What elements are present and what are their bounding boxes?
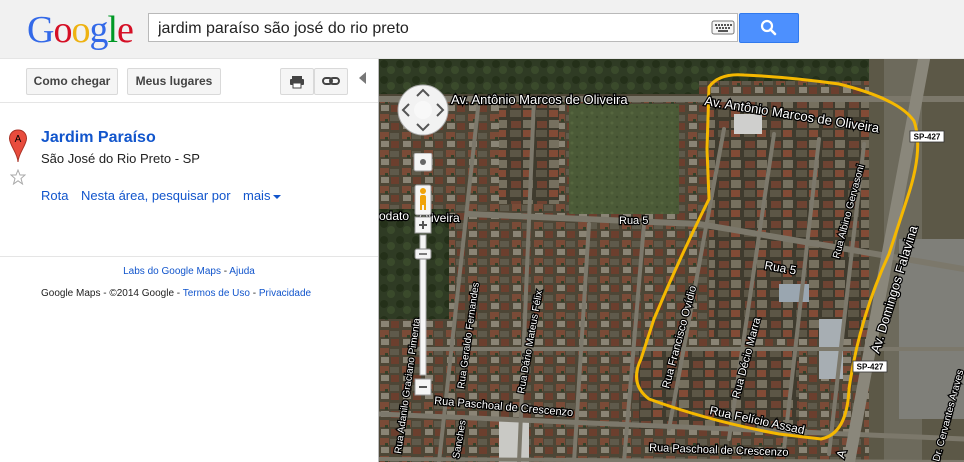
highway-shield: SP-427 bbox=[909, 130, 945, 143]
map-marker-icon[interactable]: A bbox=[8, 129, 28, 163]
privacy-link[interactable]: Privacidade bbox=[259, 288, 311, 299]
my-places-button[interactable]: Meus lugares bbox=[127, 68, 221, 95]
place-address: São José do Rio Preto - SP bbox=[41, 151, 200, 166]
footer-legal: Google Maps - ©2014 Google - Termos de U… bbox=[41, 288, 311, 299]
keyboard-icon[interactable] bbox=[710, 15, 736, 40]
directions-button[interactable]: Como chegar bbox=[26, 68, 118, 95]
highway-shield-label: SP-427 bbox=[857, 363, 884, 372]
footer-brand: Google Maps bbox=[41, 288, 101, 299]
zoom-control[interactable] bbox=[413, 152, 433, 403]
marker-letter: A bbox=[15, 134, 22, 145]
search-button[interactable] bbox=[739, 13, 799, 43]
footer-separator: - bbox=[249, 288, 259, 299]
search-nearby-link[interactable]: Nesta área, pesquisar por bbox=[81, 188, 231, 203]
search-icon bbox=[760, 19, 777, 36]
more-label: mais bbox=[243, 188, 271, 203]
chevron-down-icon bbox=[273, 194, 282, 199]
link-button[interactable] bbox=[314, 68, 348, 95]
more-link[interactable]: mais bbox=[243, 188, 282, 203]
divider bbox=[0, 102, 378, 103]
place-name[interactable]: Jardim Paraíso bbox=[41, 129, 156, 147]
top-bar: Google bbox=[0, 0, 964, 59]
pan-control[interactable] bbox=[397, 84, 449, 136]
route-link[interactable]: Rota bbox=[41, 188, 68, 203]
collapse-panel-arrow-icon[interactable] bbox=[359, 72, 366, 84]
star-icon[interactable] bbox=[9, 168, 27, 186]
divider bbox=[0, 256, 378, 257]
road-label: Av. Antônio Marcos de Oliveira bbox=[451, 92, 628, 107]
google-logo[interactable]: Google bbox=[27, 10, 134, 50]
search-input[interactable] bbox=[156, 18, 710, 40]
link-icon bbox=[322, 77, 340, 85]
road-label: Rua 5 bbox=[619, 215, 648, 227]
search-box bbox=[148, 13, 738, 42]
highway-shield: SP-427 bbox=[852, 360, 888, 373]
print-button[interactable] bbox=[280, 68, 314, 95]
satellite-map[interactable]: Av. Antônio Marcos de Oliveira Av. Antôn… bbox=[379, 59, 964, 462]
help-link[interactable]: Ajuda bbox=[229, 266, 255, 277]
footer-links: Labs do Google Maps - Ajuda bbox=[0, 266, 378, 277]
footer-copyright: - ©2014 Google - bbox=[100, 288, 183, 299]
labs-link[interactable]: Labs do Google Maps bbox=[123, 266, 221, 277]
road-label: odato bbox=[379, 209, 409, 223]
highway-shield-label: SP-427 bbox=[914, 133, 941, 142]
left-panel: Como chegar Meus lugares A Jardim Paraís… bbox=[0, 59, 378, 462]
print-icon bbox=[290, 76, 304, 89]
terms-link[interactable]: Termos de Uso bbox=[183, 288, 250, 299]
pegman-icon bbox=[414, 184, 432, 216]
